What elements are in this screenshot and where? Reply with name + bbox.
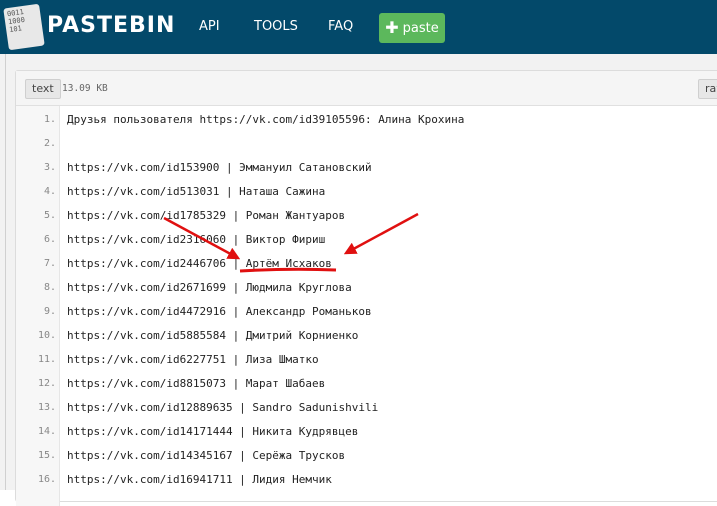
code-line: 8. https://vk.com/id2671699 | Людмила Кру… — [16, 276, 716, 300]
line-text: https://vk.com/id2446706 | Артём Исхаков — [67, 257, 332, 270]
pastebin-logo-icon[interactable]: 0011 1000 101 — [3, 3, 45, 51]
line-number: 9. — [43, 306, 56, 317]
line-number: 3. — [43, 162, 56, 173]
line-text: https://vk.com/id14171444 | Никита Кудря… — [67, 425, 359, 438]
line-text: https://vk.com/id2316060 | Виктор Фириш — [67, 233, 326, 246]
code-line: 10. https://vk.com/id5885584 | Дмитрий Ко… — [16, 324, 716, 348]
line-text: https://vk.com/id5885584 | Дмитрий Корни… — [67, 329, 359, 342]
paste-button-label: paste — [402, 20, 439, 36]
left-divider — [5, 54, 6, 490]
line-text: https://vk.com/id513031 | Наташа Сажина — [67, 185, 326, 198]
new-paste-button[interactable]: ✚ paste — [379, 13, 445, 43]
line-number: 5. — [43, 210, 56, 221]
nav-faq[interactable]: FAQ — [328, 19, 353, 34]
plus-icon: ✚ — [385, 18, 399, 37]
line-text: https://vk.com/id1785329 | Роман Жантуар… — [67, 209, 346, 222]
raw-button[interactable]: raw — [698, 79, 717, 99]
code-line: 6. https://vk.com/id2316060 | Виктор Фири… — [16, 228, 716, 252]
code-line: 5. https://vk.com/id1785329 | Роман Жанту… — [16, 204, 716, 228]
paste-container: text 13.09 KB raw 1. Друзья пользователя … — [15, 70, 717, 506]
line-text: https://vk.com/id2671699 | Людмила Кругл… — [67, 281, 352, 294]
line-number: 15. — [37, 450, 56, 461]
code-line: 16. https://vk.com/id16941711 | Лидия Нем… — [16, 468, 716, 492]
line-number: 4. — [43, 186, 56, 197]
line-number: 7. — [43, 258, 56, 269]
code-line: 7. https://vk.com/id2446706 | Артём Исхак… — [16, 252, 716, 276]
line-text: https://vk.com/id153900 | Эммануил Сатан… — [67, 161, 372, 174]
line-number: 14. — [37, 426, 56, 437]
code-line: 1. Друзья пользователя https://vk.com/id3… — [16, 108, 716, 132]
top-navbar: 0011 1000 101 PASTEBIN API TOOLS FAQ ✚ p… — [0, 0, 717, 54]
code-line: 11. https://vk.com/id6227751 | Лиза Шматк… — [16, 348, 716, 372]
line-number: 13. — [37, 402, 56, 413]
code-line: 2. — [16, 132, 716, 156]
line-number: 1. — [43, 114, 56, 125]
line-text: Друзья пользователя https://vk.com/id391… — [67, 113, 465, 126]
code-line: 9. https://vk.com/id4472916 | Александр Р… — [16, 300, 716, 324]
line-number: 11. — [37, 354, 56, 365]
code-line: 12. https://vk.com/id8815073 | Марат Шаба… — [16, 372, 716, 396]
line-number: 6. — [43, 234, 56, 245]
line-text: https://vk.com/id8815073 | Марат Шабаев — [67, 377, 326, 390]
line-text: https://vk.com/id12889635 | Sandro Sadun… — [67, 401, 379, 414]
code-line: 14. https://vk.com/id14171444 | Никита Ку… — [16, 420, 716, 444]
line-text: https://vk.com/id14345167 | Серёжа Труск… — [67, 449, 346, 462]
line-number: 8. — [43, 282, 56, 293]
paste-header: text 13.09 KB raw — [16, 71, 717, 106]
line-number: 16. — [37, 474, 56, 485]
paste-size: 13.09 KB — [62, 83, 108, 94]
line-text: https://vk.com/id16941711 | Лидия Немчик — [67, 473, 332, 486]
line-number: 12. — [37, 378, 56, 389]
line-text: https://vk.com/id4472916 | Александр Ром… — [67, 305, 372, 318]
brand-name[interactable]: PASTEBIN — [47, 13, 175, 38]
line-number: 10. — [37, 330, 56, 341]
code-line: 15. https://vk.com/id14345167 | Серёжа Тр… — [16, 444, 716, 468]
line-number: 2. — [43, 138, 56, 149]
nav-api[interactable]: API — [199, 19, 220, 34]
format-tag[interactable]: text — [25, 79, 61, 99]
line-text: https://vk.com/id6227751 | Лиза Шматко — [67, 353, 319, 366]
code-line: 4. https://vk.com/id513031 | Наташа Сажин… — [16, 180, 716, 204]
nav-tools[interactable]: TOOLS — [254, 19, 298, 34]
code-line: 13. https://vk.com/id12889635 | Sandro Sa… — [16, 396, 716, 420]
code-line: 3. https://vk.com/id153900 | Эммануил Сат… — [16, 156, 716, 180]
